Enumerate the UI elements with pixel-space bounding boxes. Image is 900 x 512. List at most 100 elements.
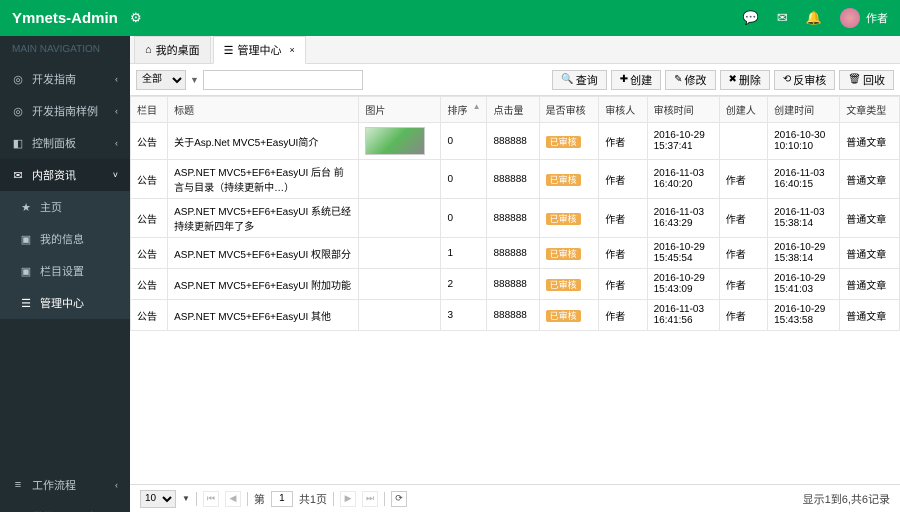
nav-label: 控制面板 (32, 135, 76, 151)
◧-icon: ◧ (12, 137, 24, 150)
✉-icon: ✉ (12, 169, 24, 182)
column-header[interactable]: 审核时间 (647, 97, 719, 123)
nav-label: 栏目设置 (40, 263, 84, 279)
table-row[interactable]: 公告ASP.NET MVC5+EF6+EasyUI 后台 前言与目录（持续更新中… (131, 160, 900, 199)
table-row[interactable]: 公告ASP.NET MVC5+EF6+EasyUI 附加功能2888888已审核… (131, 269, 900, 300)
status-badge: 已审核 (546, 310, 581, 322)
caret-icon: ‹ (115, 138, 118, 148)
nav-item[interactable]: ☁微信公众平台‹ (0, 501, 130, 512)
sidebar: MAIN NAVIGATION ◎开发指南‹◎开发指南样例‹◧控制面板‹✉内部资… (0, 36, 130, 512)
修改-button[interactable]: ✎修改 (665, 70, 715, 90)
column-header[interactable]: 栏目 (131, 97, 168, 123)
btn-label: 查询 (576, 72, 598, 88)
user-menu[interactable]: 作者 (840, 8, 888, 28)
tab-icon: ☰ (224, 44, 234, 57)
column-header[interactable]: 文章类型 (840, 97, 900, 123)
dropdown-icon[interactable]: ▼ (190, 75, 199, 85)
page-input[interactable] (271, 491, 293, 507)
nav-item[interactable]: ☰管理中心 (0, 287, 130, 319)
tab[interactable]: ☰ 管理中心 × (213, 36, 306, 64)
column-header[interactable]: 标题 (168, 97, 359, 123)
btn-icon: ✎ (674, 74, 682, 85)
table-row[interactable]: 公告ASP.NET MVC5+EF6+EasyUI 系统已经持续更新四年了多08… (131, 199, 900, 238)
table-row[interactable]: 公告关于Asp.Net MVC5+EasyUI简介0888888已审核作者201… (131, 123, 900, 160)
filter-select[interactable]: 全部 (136, 70, 186, 90)
column-header[interactable]: 创建时间 (768, 97, 840, 123)
column-header[interactable]: 是否审核 (539, 97, 599, 123)
nav-label: 内部资讯 (32, 167, 76, 183)
status-badge: 已审核 (546, 248, 581, 260)
btn-label: 回收 (863, 72, 885, 88)
page-label: 第 (254, 491, 265, 507)
nav-item[interactable]: ▣ 我的信息 (0, 223, 130, 255)
first-page-button[interactable]: ⏮ (203, 491, 219, 507)
dropdown-icon: ▼ (182, 494, 190, 503)
tab[interactable]: ⌂ 我的桌面 (134, 36, 211, 63)
column-header[interactable]: 图片 (359, 97, 441, 123)
pager: 10 ▼ ⏮ ◀ 第 共1页 ▶ ⏭ ⟳ 显示1到6,共6记录 (130, 484, 900, 512)
nav-item[interactable]: ≡工作流程‹ (0, 469, 130, 501)
nav-item[interactable]: ★ 主页 (0, 191, 130, 223)
查询-button[interactable]: 🔍查询 (552, 70, 606, 90)
nav-label: 我的信息 (40, 231, 84, 247)
caret-icon: ‹ (115, 480, 118, 490)
tab-label: 管理中心 (238, 42, 282, 58)
★-icon: ★ (20, 201, 32, 214)
toolbar: 全部 ▼ 🔍查询✚创建✎修改✖删除⟲反审核🗑回收 (130, 64, 900, 96)
close-icon[interactable]: × (290, 45, 295, 55)
column-header[interactable]: 点击量 (487, 97, 539, 123)
nav-label: 主页 (40, 199, 62, 215)
btn-label: 反审核 (793, 72, 826, 88)
tab-icon: ⌂ (145, 44, 152, 56)
top-header: Ymnets-Admin ⚙ 💬 ✉ 🔔 作者 (0, 0, 900, 36)
next-page-button[interactable]: ▶ (340, 491, 356, 507)
refresh-button[interactable]: ⟳ (391, 491, 407, 507)
nav-item[interactable]: ▣ 栏目设置 (0, 255, 130, 287)
▣-icon: ▣ (20, 265, 32, 278)
caret-icon: ‹ (115, 74, 118, 84)
nav-item[interactable]: ◧ 控制面板 ‹ (0, 127, 130, 159)
btn-label: 创建 (630, 72, 652, 88)
table-row[interactable]: 公告ASP.NET MVC5+EF6+EasyUI 其他3888888已审核作者… (131, 300, 900, 331)
prev-page-button[interactable]: ◀ (225, 491, 241, 507)
thumbnail (365, 127, 425, 155)
btn-icon: ✚ (620, 74, 628, 85)
反审核-button[interactable]: ⟲反审核 (774, 70, 835, 90)
table-row[interactable]: 公告ASP.NET MVC5+EF6+EasyUI 权限部分1888888已审核… (131, 238, 900, 269)
创建-button[interactable]: ✚创建 (611, 70, 661, 90)
btn-icon: ✖ (729, 74, 737, 85)
btn-icon: 🔍 (561, 74, 573, 85)
column-header[interactable]: 审核人 (599, 97, 647, 123)
page-size-select[interactable]: 10 (140, 490, 176, 508)
tab-bar: ⌂ 我的桌面 ☰ 管理中心 × (130, 36, 900, 64)
nav-item[interactable]: ◎开发指南样例‹ (0, 95, 130, 127)
nav-item[interactable]: ✉内部资讯˅ (0, 159, 130, 191)
search-input[interactable] (203, 70, 363, 90)
column-header[interactable]: 排序▲ (441, 97, 487, 123)
status-badge: 已审核 (546, 279, 581, 291)
mail-icon[interactable]: ✉ (777, 10, 788, 26)
nav-label: 开发指南样例 (32, 103, 98, 119)
btn-icon: 🗑 (848, 74, 861, 85)
btn-label: 修改 (685, 72, 707, 88)
回收-button[interactable]: 🗑回收 (839, 70, 894, 90)
nav-item[interactable]: ◎开发指南‹ (0, 63, 130, 95)
caret-icon: ‹ (115, 106, 118, 116)
data-grid: 栏目标题图片排序▲点击量是否审核审核人审核时间创建人创建时间文章类型公告关于As… (130, 96, 900, 484)
last-page-button[interactable]: ⏭ (362, 491, 378, 507)
btn-label: 删除 (739, 72, 761, 88)
column-header[interactable]: 创建人 (719, 97, 767, 123)
▣-icon: ▣ (20, 233, 32, 246)
comments-icon[interactable]: 💬 (743, 10, 759, 26)
header-right: 💬 ✉ 🔔 作者 (743, 8, 888, 28)
删除-button[interactable]: ✖删除 (720, 70, 770, 90)
tab-label: 我的桌面 (156, 42, 200, 58)
bell-icon[interactable]: 🔔 (806, 10, 822, 26)
brand-logo: Ymnets-Admin (12, 10, 120, 27)
btn-icon: ⟲ (783, 74, 791, 85)
nav-label: 管理中心 (40, 295, 84, 311)
sidebar-toggle-icon[interactable]: ⚙ (120, 10, 152, 26)
sort-icon: ▲ (473, 102, 481, 111)
total-pages-label: 共1页 (299, 491, 327, 507)
username-label: 作者 (866, 10, 888, 26)
